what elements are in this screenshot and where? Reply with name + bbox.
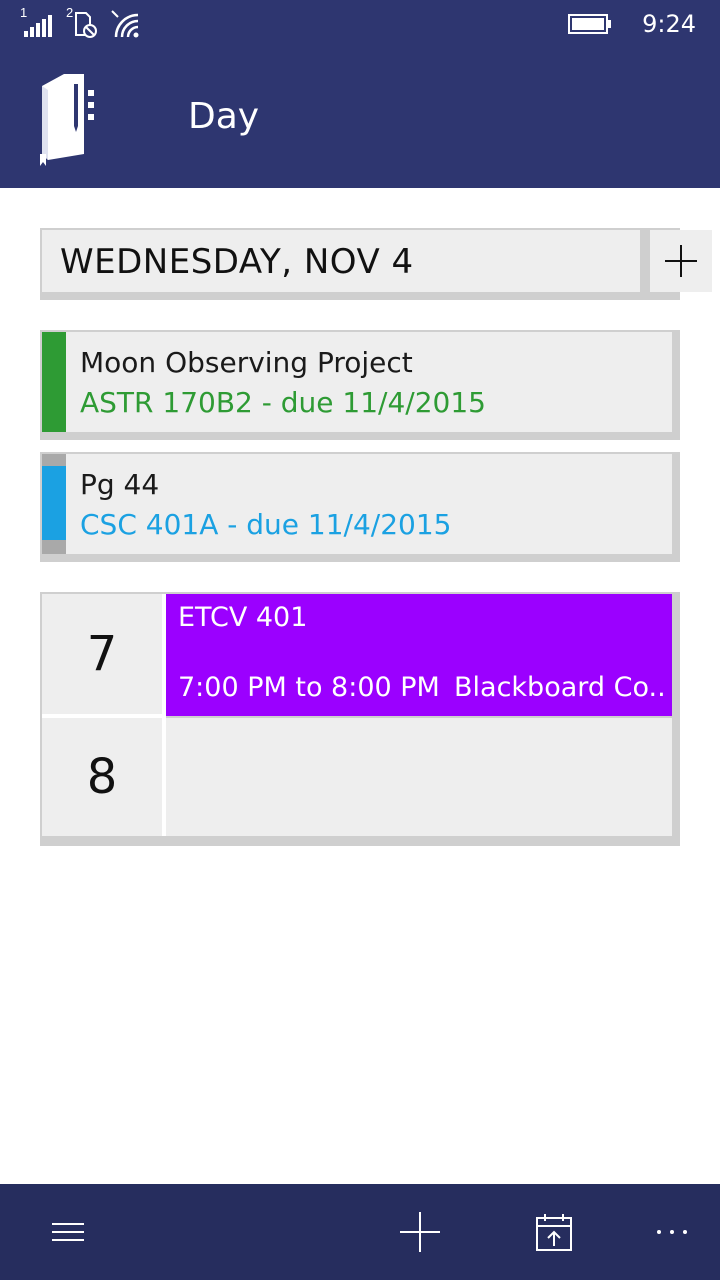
date-label: WEDNESDAY, NOV 4	[60, 242, 414, 282]
event-location: Blackboard Co...	[454, 672, 664, 703]
task-title: Moon Observing Project	[80, 346, 413, 379]
task-subtitle: CSC 401A - due 11/4/2015	[80, 508, 452, 541]
menu-button[interactable]	[38, 1202, 98, 1262]
planner-book-icon[interactable]	[36, 70, 100, 170]
status-bar: 1 2 9:24	[0, 0, 720, 50]
add-item-button[interactable]	[390, 1202, 450, 1262]
add-button[interactable]	[650, 230, 712, 292]
hour-label: 7	[42, 594, 162, 714]
clock: 9:24	[642, 10, 696, 38]
empty-time-slot[interactable]	[166, 718, 672, 836]
wifi-icon	[110, 9, 144, 39]
hour-label: 8	[42, 718, 162, 836]
app-bar	[0, 1184, 720, 1280]
hamburger-icon	[52, 1223, 84, 1241]
calendar-today-icon	[536, 1214, 572, 1251]
task-card[interactable]: Moon Observing Project ASTR 170B2 - due …	[40, 330, 680, 440]
day-schedule: 7 8 ETCV 401 7:00 PM to 8:00 PM Blackboa…	[40, 592, 680, 846]
plus-icon	[665, 245, 697, 277]
task-card-body: Moon Observing Project ASTR 170B2 - due …	[42, 332, 672, 432]
task-color-stripe	[42, 332, 66, 432]
divider	[42, 714, 162, 718]
signal-icon: 1	[20, 5, 56, 39]
task-subtitle: ASTR 170B2 - due 11/4/2015	[80, 386, 486, 419]
task-color-stripe	[42, 454, 66, 554]
page-title: Day	[188, 96, 260, 137]
app-header: Day	[0, 50, 720, 188]
task-title: Pg 44	[80, 468, 160, 501]
calendar-event[interactable]: ETCV 401 7:00 PM to 8:00 PM Blackboard C…	[166, 594, 672, 716]
event-title: ETCV 401	[178, 602, 308, 633]
status-left: 1 2	[20, 5, 144, 42]
sim-no-service-icon: 2	[66, 5, 100, 39]
task-card-body: Pg 44 CSC 401A - due 11/4/2015	[42, 454, 672, 554]
date-bar: WEDNESDAY, NOV 4	[40, 228, 712, 300]
task-card[interactable]: Pg 44 CSC 401A - due 11/4/2015	[40, 452, 680, 562]
plus-icon	[400, 1212, 440, 1252]
date-selector[interactable]: WEDNESDAY, NOV 4	[42, 230, 640, 292]
more-icon	[657, 1230, 687, 1234]
battery-icon	[568, 13, 612, 35]
event-time: 7:00 PM to 8:00 PM	[178, 672, 440, 703]
more-button[interactable]	[642, 1202, 702, 1262]
today-button[interactable]	[524, 1202, 584, 1262]
status-right: 9:24	[568, 6, 696, 42]
